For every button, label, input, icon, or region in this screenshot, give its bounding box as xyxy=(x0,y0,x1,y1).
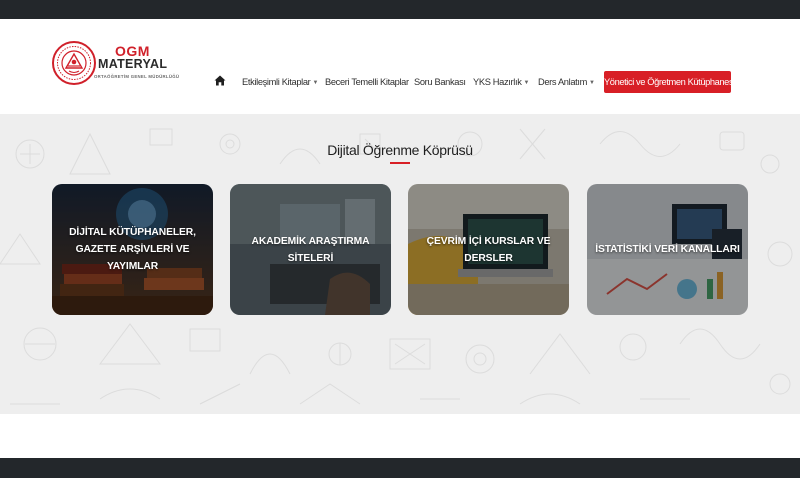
nav-item-etkilesimli-kitaplar[interactable]: Etkileşimli Kitaplar ▼ xyxy=(242,72,318,94)
nav-item-label: Etkileşimli Kitaplar xyxy=(242,77,311,87)
chevron-down-icon: ▼ xyxy=(312,80,319,86)
page-spacer xyxy=(0,414,800,458)
top-bar xyxy=(0,0,800,19)
chevron-down-icon: ▼ xyxy=(589,80,595,86)
main-section: Dijital Öğrenme Köprüsü DİJİTAL KÜTÜPHAN… xyxy=(0,114,800,414)
logo-subtitle: MATERYAL xyxy=(98,57,168,71)
chevron-down-icon: ▼ xyxy=(523,80,530,86)
nav-item-label: Soru Bankası xyxy=(414,77,466,87)
title-underline xyxy=(390,162,410,164)
library-cta-button[interactable]: Yönetici ve Öğretmen Kütüphanesi xyxy=(604,71,735,93)
nav-item-ders-anlatim[interactable]: Ders Anlatım ▼ xyxy=(538,72,595,94)
card-title: ÇEVRİM İÇİ KURSLAR VE DERSLER xyxy=(426,235,551,264)
nav-item-beceri-temelli-kitaplar[interactable]: Beceri Temelli Kitaplar xyxy=(325,72,409,92)
nav-item-yks-hazirlik[interactable]: YKS Hazırlık ▼ xyxy=(473,72,529,94)
nav-item-label: YKS Hazırlık xyxy=(473,77,522,87)
site-footer xyxy=(0,458,800,478)
card-statistics-channels[interactable]: İSTATİSTİKİ VERİ KANALLARI xyxy=(587,184,748,315)
nav-item-soru-bankasi[interactable]: Soru Bankası xyxy=(414,72,466,92)
card-digital-libraries[interactable]: DİJİTAL KÜTÜPHANELER, GAZETE ARŞİVLERİ V… xyxy=(52,184,213,315)
nav-item-label: Beceri Temelli Kitaplar xyxy=(325,77,409,87)
section-title: Dijital Öğrenme Köprüsü xyxy=(327,142,473,158)
nav-item-label: Ders Anlatım xyxy=(538,77,588,87)
card-title: İSTATİSTİKİ VERİ KANALLARI xyxy=(595,244,740,255)
card-title: AKADEMİK ARAŞTIRMA SİTELERİ xyxy=(251,235,370,264)
card-academic-research[interactable]: AKADEMİK ARAŞTIRMA SİTELERİ xyxy=(230,184,391,315)
card-online-courses[interactable]: ÇEVRİM İÇİ KURSLAR VE DERSLER xyxy=(408,184,569,315)
card-title: DİJİTAL KÜTÜPHANELER, GAZETE ARŞİVLERİ V… xyxy=(69,227,196,272)
